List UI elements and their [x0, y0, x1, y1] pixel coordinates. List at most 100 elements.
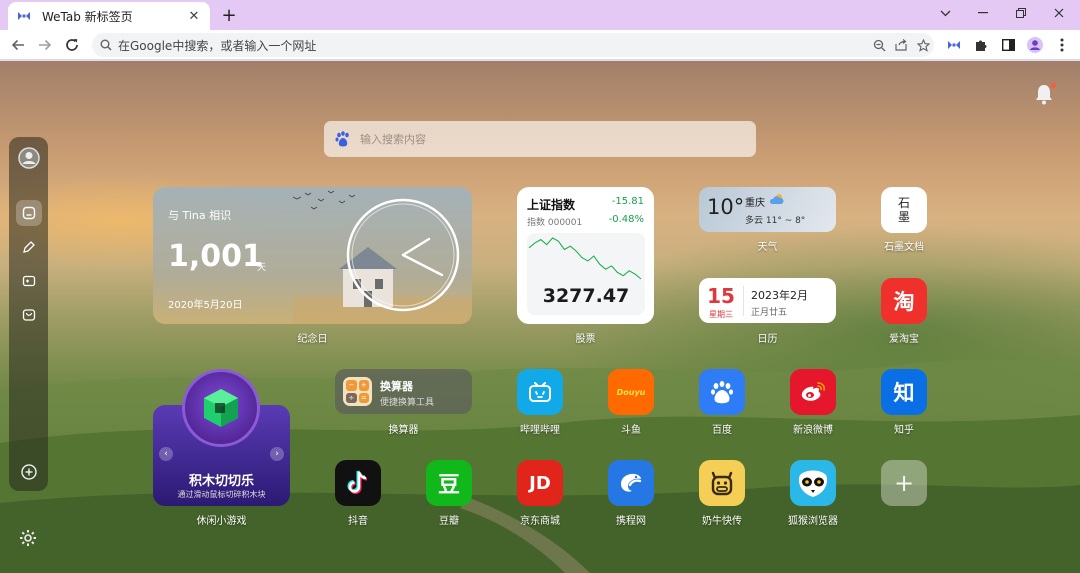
profile-avatar-icon[interactable] — [1024, 34, 1046, 56]
app-bilibili-label: 哔哩哔哩 — [520, 425, 560, 436]
app-lemur-browser[interactable] — [790, 460, 836, 506]
stock-name: 上证指数 — [527, 198, 576, 212]
converter-title: 换算器 — [380, 380, 413, 393]
app-baidu-label: 百度 — [712, 425, 732, 436]
stock-widget[interactable]: 上证指数 指数 000001 -15.81 -0.48% 3277.47 — [517, 187, 654, 324]
app-shimo-label: 石墨文档 — [884, 242, 924, 253]
douban-logo-icon: 豆 — [437, 473, 460, 498]
add-group-icon[interactable] — [16, 459, 42, 485]
tab-strip: WeTab 新标签页 ✕ + — [0, 0, 1080, 30]
extensions-puzzle-icon[interactable] — [970, 34, 992, 56]
calendar-day: 15 — [707, 284, 735, 308]
main-search-box[interactable]: 输入搜索内容 — [324, 121, 756, 157]
weather-temperature: 10° — [707, 195, 745, 219]
stock-sparkline — [528, 237, 642, 280]
user-avatar-icon[interactable] — [16, 145, 42, 171]
search-placeholder: 输入搜索内容 — [360, 133, 426, 146]
settings-gear-icon[interactable] — [17, 527, 39, 549]
anniversary-widget[interactable]: 与 Tina 相识 1,001 天 2020年5月20日 — [153, 187, 472, 324]
address-bar[interactable]: 在Google中搜索，或者输入一个网址 — [92, 33, 934, 57]
app-shimo[interactable]: 石 墨 — [881, 187, 927, 233]
stock-change: -15.81 — [611, 196, 644, 207]
stock-sparkline-line — [528, 237, 642, 280]
zoom-icon[interactable] — [868, 34, 890, 56]
tab-wetab[interactable]: WeTab 新标签页 ✕ — [8, 2, 210, 30]
pen-icon[interactable] — [16, 234, 42, 260]
calculator-icon: − + ÷ = — [343, 377, 372, 406]
jd-logo-icon: JD — [529, 472, 551, 494]
shopping-bag-icon[interactable] — [16, 302, 42, 328]
app-douyin[interactable] — [335, 460, 381, 506]
app-lemur-browser-label: 狐猴浏览器 — [788, 516, 838, 527]
stock-value: 3277.47 — [542, 285, 630, 307]
lemur-face-icon — [796, 467, 830, 499]
app-jd-label: 京东商城 — [520, 516, 560, 527]
side-panel-icon[interactable] — [997, 34, 1019, 56]
anniversary-days: 1,001 — [168, 239, 263, 274]
app-zhihu-label: 知乎 — [894, 425, 914, 436]
cow-face-icon — [707, 469, 737, 497]
game-controller-icon[interactable] — [16, 268, 42, 294]
game-subtitle: 通过滑动鼠标切碎积木块 — [177, 490, 266, 499]
app-cowtransfer[interactable] — [699, 460, 745, 506]
app-weibo[interactable] — [790, 369, 836, 415]
cloud-sun-icon — [769, 193, 785, 208]
calendar-divider — [743, 286, 744, 316]
stock-code: 指数 000001 — [527, 218, 583, 228]
game-prev-icon[interactable]: ‹ — [159, 447, 173, 461]
app-jd[interactable]: JD — [517, 460, 563, 506]
app-aitaobao-label: 爱淘宝 — [889, 334, 919, 345]
weather-label: 天气 — [757, 242, 778, 253]
restore-icon[interactable] — [1006, 2, 1036, 24]
add-app-button[interactable]: + — [881, 460, 927, 506]
game-next-icon[interactable]: › — [270, 447, 284, 461]
left-sidebar — [9, 137, 48, 491]
app-douyu[interactable]: Douyu — [608, 369, 654, 415]
notification-dot — [1051, 83, 1056, 88]
stock-label: 股票 — [575, 334, 596, 345]
browser-toolbar: 在Google中搜索，或者输入一个网址 — [0, 30, 1080, 60]
bookmark-star-icon[interactable] — [912, 34, 934, 56]
wetab-extension-icon[interactable] — [943, 34, 965, 56]
close-window-icon[interactable] — [1044, 2, 1074, 24]
weather-city: 重庆 — [745, 198, 765, 209]
app-douban[interactable]: 豆 — [426, 460, 472, 506]
tab-search-icon[interactable] — [930, 2, 960, 24]
stock-percent: -0.48% — [608, 214, 644, 225]
converter-widget[interactable]: − + ÷ = 换算器 便捷换算工具 — [335, 369, 472, 414]
calendar-widget[interactable]: 15 星期三 2023年2月 正月廿五 — [699, 278, 836, 323]
app-weibo-label: 新浪微博 — [793, 425, 833, 436]
calendar-month: 2023年2月 — [751, 289, 808, 302]
app-douyin-label: 抖音 — [348, 516, 368, 527]
calendar-lunar-date: 正月廿五 — [751, 308, 788, 318]
new-tab-page: 输入搜索内容 与 Tina 相识 1,001 天 2020年5月20日 纪念日 … — [0, 61, 1080, 573]
home-icon[interactable] — [16, 200, 42, 226]
notification-bell-icon[interactable] — [1034, 83, 1056, 107]
weather-widget[interactable]: 10° 重庆 多云 11° ~ 8° — [699, 187, 836, 232]
ctrip-dolphin-icon — [617, 470, 645, 496]
address-bar-placeholder: 在Google中搜索，或者输入一个网址 — [118, 38, 317, 53]
converter-label: 换算器 — [388, 425, 419, 436]
calendar-weekday: 星期三 — [709, 310, 733, 319]
app-ctrip-label: 携程网 — [616, 516, 646, 527]
taobao-logo-icon: 淘 — [893, 290, 915, 314]
app-bilibili[interactable] — [517, 369, 563, 415]
weibo-logo-icon — [799, 380, 827, 404]
back-arrow-icon[interactable] — [7, 34, 29, 56]
stock-chart-panel: 3277.47 — [527, 233, 645, 315]
new-tab-button[interactable]: + — [218, 4, 240, 26]
app-ctrip[interactable] — [608, 460, 654, 506]
menu-kebab-icon[interactable] — [1051, 34, 1073, 56]
minimize-icon[interactable] — [968, 2, 998, 24]
anniversary-label: 纪念日 — [297, 334, 328, 345]
tab-title: WeTab 新标签页 — [42, 9, 133, 24]
app-zhihu[interactable]: 知 — [881, 369, 927, 415]
share-icon[interactable] — [890, 34, 912, 56]
reload-icon[interactable] — [61, 34, 83, 56]
anniversary-subtitle: 与 Tina 相识 — [168, 209, 232, 222]
app-baidu[interactable] — [699, 369, 745, 415]
app-aitaobao[interactable]: 淘 — [881, 278, 927, 324]
forward-arrow-icon[interactable] — [34, 34, 56, 56]
baidu-logo-icon — [709, 379, 735, 405]
tab-close-icon[interactable]: ✕ — [186, 8, 202, 24]
